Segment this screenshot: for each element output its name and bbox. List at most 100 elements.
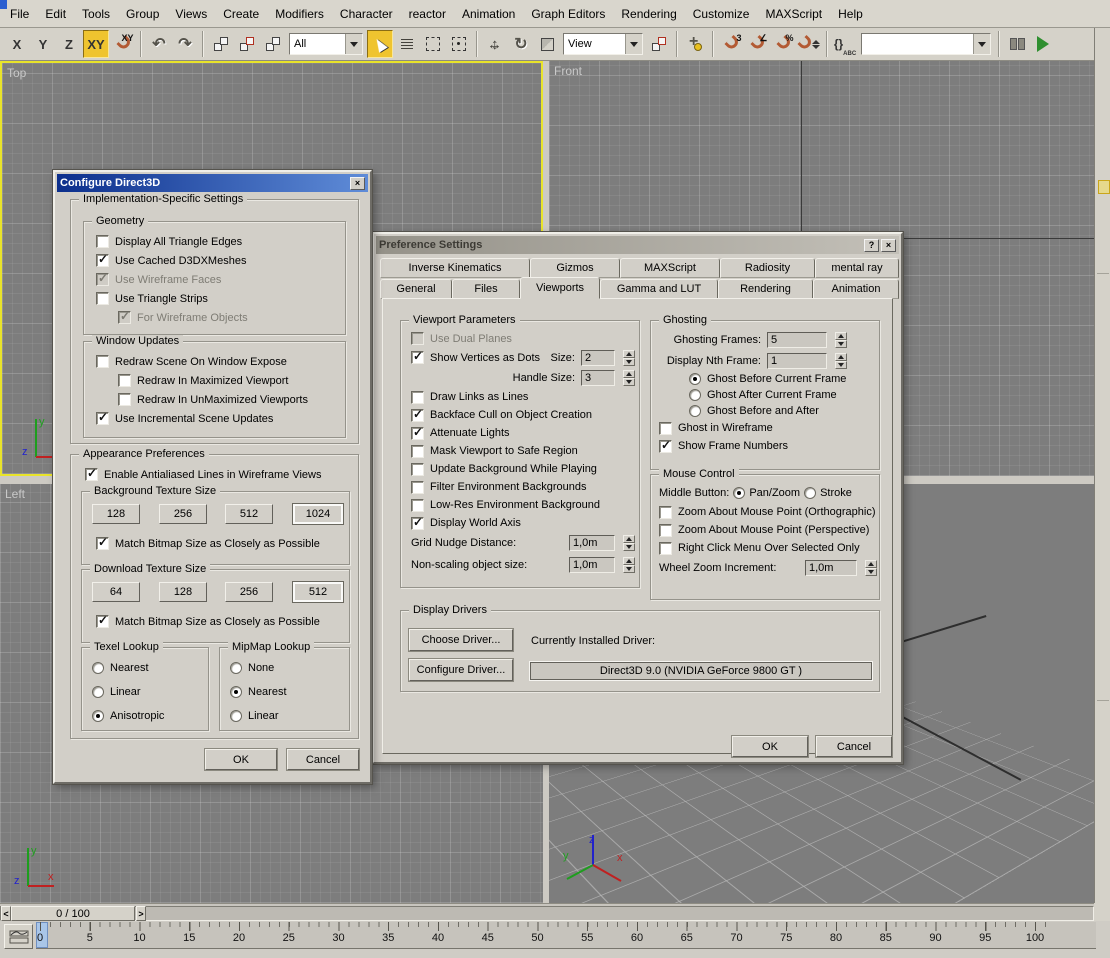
next-frame-button[interactable]: > (136, 906, 146, 921)
checkbox-box[interactable] (659, 506, 672, 519)
tab-files[interactable]: Files (452, 279, 520, 299)
bg-texture-512-button[interactable]: 512 (225, 504, 273, 524)
radio-circle[interactable] (689, 389, 701, 401)
checkbox-box[interactable] (411, 409, 424, 422)
prefs-ok-button[interactable]: OK (732, 736, 808, 757)
handle-size-spinner[interactable] (623, 370, 635, 386)
menu-create[interactable]: Create (215, 3, 267, 25)
checkbox-box[interactable] (118, 311, 131, 324)
preference-settings-titlebar[interactable]: Preference Settings ? × (376, 236, 899, 254)
bind-to-space-warp-icon[interactable] (261, 31, 285, 57)
checkbox-use-incremental-scene-updates[interactable]: Use Incremental Scene Updates (96, 409, 341, 428)
checkbox-redraw-in-unmaximized-viewports[interactable]: Redraw In UnMaximized Viewports (96, 390, 341, 409)
select-and-rotate-button[interactable]: ↻ (509, 31, 533, 57)
tab-animation[interactable]: Animation (813, 279, 899, 299)
checkbox-enable-antialiased-lines[interactable]: Enable Antialiased Lines in Wireframe Vi… (85, 465, 321, 484)
checkbox-lowres-environment-background[interactable]: Low-Res Environment Background (411, 496, 635, 514)
checkbox-show-vertices-as-dots[interactable]: Show Vertices as Dots Size: 2 (411, 348, 635, 367)
checkbox-update-background-while-playing[interactable]: Update Background While Playing (411, 460, 635, 478)
configure-direct3d-titlebar[interactable]: Configure Direct3D × (57, 174, 368, 192)
angle-snap-toggle-button[interactable]: ∠ (745, 31, 769, 57)
select-and-move-button[interactable] (483, 31, 507, 57)
checkbox-ghost-in-wireframe[interactable]: Ghost in Wireframe (659, 419, 875, 437)
menu-edit[interactable]: Edit (37, 3, 74, 25)
radio-pan-zoom[interactable] (733, 487, 745, 499)
vertex-size-spinner[interactable] (623, 350, 635, 366)
wheel-zoom-field[interactable]: 1,0m (805, 560, 857, 576)
radio-ghost-before-and-after[interactable]: Ghost Before and After (659, 403, 875, 419)
dl-texture-256-button[interactable]: 256 (225, 582, 273, 602)
selection-filter-dropdown[interactable]: All (289, 33, 363, 55)
bg-texture-128-button[interactable]: 128 (92, 504, 140, 524)
checkbox-box[interactable] (118, 374, 131, 387)
checkbox-draw-links-as-lines[interactable]: Draw Links as Lines (411, 388, 635, 406)
dropdown-arrow-icon[interactable] (973, 34, 990, 54)
radio-mipmap-linear[interactable]: Linear (230, 704, 345, 728)
cd3d-ok-button[interactable]: OK (205, 749, 277, 770)
undo-button[interactable]: ↶ (147, 31, 171, 57)
checkbox-box[interactable] (96, 412, 109, 425)
menu-group[interactable]: Group (118, 3, 167, 25)
choose-driver-button[interactable]: Choose Driver... (409, 629, 513, 651)
checkbox-right-click-menu-selected-only[interactable]: Right Click Menu Over Selected Only (659, 539, 877, 557)
select-and-link-icon[interactable] (209, 31, 233, 57)
checkbox-box[interactable] (411, 463, 424, 476)
percent-snap-toggle-button[interactable]: % (771, 31, 795, 57)
radio-texel-anisotropic[interactable]: Anisotropic (92, 704, 204, 728)
checkbox-box[interactable] (659, 524, 672, 537)
checkbox-box[interactable] (411, 351, 424, 364)
checkbox-box[interactable] (96, 273, 109, 286)
spinner-snap-toggle-button[interactable] (797, 31, 821, 57)
tab-maxscript[interactable]: MAXScript (620, 258, 720, 278)
tab-radiosity[interactable]: Radiosity (720, 258, 815, 278)
handle-size-field[interactable]: 3 (581, 370, 615, 386)
checkbox-redraw-in-maximized-viewport[interactable]: Redraw In Maximized Viewport (96, 371, 341, 390)
tab-inverse-kinematics[interactable]: Inverse Kinematics (380, 258, 530, 278)
menu-rendering[interactable]: Rendering (613, 3, 684, 25)
axis-constraint-z-button[interactable]: Z (57, 31, 81, 57)
checkbox-box[interactable] (659, 542, 672, 555)
checkbox-box[interactable] (659, 440, 672, 453)
checkbox-use-wireframe-faces[interactable]: Use Wireframe Faces (96, 270, 341, 289)
unlink-selection-icon[interactable] (235, 31, 259, 57)
checkbox-box[interactable] (411, 391, 424, 404)
checkbox-zoom-about-mouse-perspective[interactable]: Zoom About Mouse Point (Perspective) (659, 521, 877, 539)
select-and-scale-button[interactable] (535, 31, 559, 57)
menu-customize[interactable]: Customize (685, 3, 758, 25)
help-icon[interactable]: ? (864, 239, 879, 252)
tab-rendering[interactable]: Rendering (718, 279, 813, 299)
radio-circle[interactable] (92, 686, 104, 698)
tab-mental-ray[interactable]: mental ray (815, 258, 899, 278)
dl-texture-64-button[interactable]: 64 (92, 582, 140, 602)
radio-mipmap-none[interactable]: None (230, 656, 345, 680)
snap-use-axis-constraints-icon[interactable]: XY (111, 31, 135, 57)
checkbox-box[interactable] (96, 254, 109, 267)
mirror-button[interactable] (1005, 31, 1029, 57)
display-nth-frame-spinner[interactable] (835, 353, 847, 369)
bg-texture-256-button[interactable]: 256 (159, 504, 207, 524)
radio-circle[interactable] (689, 405, 701, 417)
menu-help[interactable]: Help (830, 3, 871, 25)
checkbox-for-wireframe-objects[interactable]: For Wireframe Objects (96, 308, 341, 327)
menu-modifiers[interactable]: Modifiers (267, 3, 332, 25)
time-slider-track[interactable] (0, 906, 1094, 921)
checkbox-use-dual-planes[interactable]: Use Dual Planes (411, 329, 635, 348)
checkbox-box[interactable] (411, 499, 424, 512)
checkbox-box[interactable] (411, 445, 424, 458)
checkbox-display-all-triangle-edges[interactable]: Display All Triangle Edges (96, 232, 341, 251)
menu-maxscript[interactable]: MAXScript (757, 3, 830, 25)
checkbox-zoom-about-mouse-orthographic[interactable]: Zoom About Mouse Point (Orthographic) (659, 503, 877, 521)
checkbox-box[interactable] (96, 235, 109, 248)
named-selection-sets-button[interactable]: {}ABC (833, 31, 857, 57)
dl-texture-128-button[interactable]: 128 (159, 582, 207, 602)
menu-tools[interactable]: Tools (74, 3, 118, 25)
named-selection-dropdown[interactable] (861, 33, 991, 55)
checkbox-box[interactable] (118, 393, 131, 406)
configure-driver-button[interactable]: Configure Driver... (409, 659, 513, 681)
radio-texel-nearest[interactable]: Nearest (92, 656, 204, 680)
menu-graph-editors[interactable]: Graph Editors (523, 3, 613, 25)
radio-ghost-before-current-frame[interactable]: Ghost Before Current Frame (659, 371, 875, 387)
radio-circle[interactable] (230, 686, 242, 698)
axis-constraint-y-button[interactable]: Y (31, 31, 55, 57)
previous-frame-button[interactable]: < (1, 906, 11, 921)
